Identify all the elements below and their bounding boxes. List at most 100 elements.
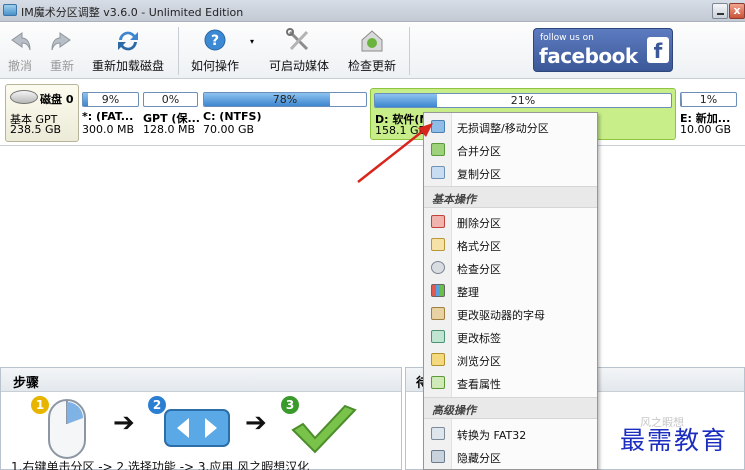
steps-caption: 1.右键单击分区 -> 2.选择功能 -> 3.应用 风之暇想汉化 (11, 460, 310, 470)
partition-size: 10.00 GB (680, 123, 732, 136)
how-to-label: 如何操作 (190, 59, 239, 73)
disk-info[interactable]: 磁盘 0 基本 GPT 238.5 GB (5, 84, 79, 142)
partition-percent: 78% (272, 93, 298, 106)
partition-percent: 9% (101, 93, 120, 106)
tools-icon (286, 28, 309, 51)
step-number: 1 (31, 396, 49, 414)
menu-item-convert-fat32[interactable]: 转换为 FAT32 (424, 422, 597, 445)
resize-icon (431, 120, 445, 133)
reload-disk-icon (118, 31, 138, 51)
partition-e[interactable]: 1% E: 新加... 10.00 GB (680, 88, 737, 140)
arrow-icon: ➔ (245, 408, 267, 438)
toolbar-separator (409, 27, 410, 75)
redo-label: 重新 (49, 59, 74, 73)
convert-icon (431, 427, 445, 440)
browse-icon (431, 353, 445, 366)
update-icon (361, 30, 383, 52)
mouse-icon (48, 399, 86, 459)
menu-item-check[interactable]: 检查分区 (424, 256, 597, 279)
partition-size: 158.1 GB (375, 124, 427, 137)
properties-icon (431, 376, 445, 389)
steps-title: 步骤 (1, 368, 401, 392)
menu-item-properties[interactable]: 查看属性 (424, 371, 597, 394)
partition-size: 300.0 MB (82, 123, 135, 136)
menu-item-label: 查看属性 (457, 378, 501, 391)
undo-button[interactable]: 撤消 (4, 23, 36, 79)
partition-fat[interactable]: 9% *: (FAT... 300.0 MB (82, 88, 139, 140)
partition-name: *: (FAT... (82, 110, 134, 123)
partition-percent: 21% (510, 94, 536, 107)
reload-disk-button[interactable]: 重新加载磁盘 (86, 23, 170, 79)
bootable-media-label: 可启动媒体 (268, 59, 329, 73)
menu-item-label: 更改驱动器的字母 (457, 309, 545, 322)
partition-context-menu: 无损调整/移动分区 合并分区 复制分区 基本操作 删除分区 格式分区 检查分区 … (423, 112, 598, 470)
minimize-button[interactable] (712, 3, 728, 19)
facebook-wordmark: facebook (539, 44, 638, 68)
menu-item-label: 隐藏分区 (457, 452, 501, 465)
menu-item-merge[interactable]: 合并分区 (424, 138, 597, 161)
menu-item-label: 整理 (457, 286, 479, 299)
menu-item-label: 更改标签 (457, 332, 501, 345)
partition-gpt[interactable]: 0% GPT (保... 128.0 MB (143, 88, 200, 140)
facebook-caption: follow us on (540, 33, 594, 43)
reload-disk-label: 重新加载磁盘 (91, 59, 164, 73)
disk-map: 磁盘 0 基本 GPT 238.5 GB 9% *: (FAT... 300.0… (3, 84, 743, 144)
menu-item-copy[interactable]: 复制分区 (424, 161, 597, 184)
step-number: 3 (281, 396, 299, 414)
menu-item-drive-letter[interactable]: 更改驱动器的字母 (424, 302, 597, 325)
menu-section-label: 基本操作 (432, 193, 476, 206)
menu-item-label: 无损调整/移动分区 (457, 122, 549, 135)
disk-icon (10, 90, 38, 104)
menu-item-label-change[interactable]: 更改标签 (424, 325, 597, 348)
menu-item-browse[interactable]: 浏览分区 (424, 348, 597, 371)
menu-item-hide[interactable]: 隐藏分区 (424, 445, 597, 468)
steps-panel: 步骤 1 ➔ 2 ➔ 3 1.右键单击分区 -> 2.选择功能 -> 3.应用 … (0, 367, 402, 470)
check-update-label: 检查更新 (347, 59, 396, 73)
window-title: IM魔术分区调整 v3.6.0 - Unlimited Edition (21, 6, 244, 19)
partition-size: 70.00 GB (203, 123, 255, 136)
partition-usage-bar: 1% (680, 92, 737, 107)
disk-size: 238.5 GB (10, 123, 62, 136)
copy-icon (431, 166, 445, 179)
dropdown-arrow-icon: ▾ (250, 37, 255, 46)
menu-item-label: 格式分区 (457, 240, 501, 253)
apply-checkmark-icon (291, 404, 357, 454)
menu-item-label: 转换为 FAT32 (457, 429, 527, 442)
arrow-icon: ➔ (113, 408, 135, 438)
redo-button[interactable]: 重新 (46, 23, 78, 79)
partition-percent: 1% (699, 93, 718, 106)
hide-icon (431, 450, 445, 463)
help-icon: ? (204, 29, 226, 51)
site-watermark: 最需教育 (620, 426, 729, 455)
partition-c[interactable]: 78% C: (NTFS) 70.00 GB (203, 88, 367, 140)
menu-item-label: 合并分区 (457, 145, 501, 158)
close-icon: x (733, 4, 741, 17)
svg-text:?: ? (211, 33, 219, 49)
menu-section-basic: 基本操作 (424, 186, 597, 208)
menu-item-format[interactable]: 格式分区 (424, 233, 597, 256)
delete-icon (431, 215, 445, 228)
label-icon (431, 330, 445, 343)
facebook-follow-button[interactable]: follow us on facebook f (533, 28, 673, 72)
partition-usage-bar: 0% (143, 92, 198, 107)
merge-icon (431, 143, 445, 156)
resize-tool-icon (164, 409, 230, 447)
divider (0, 145, 745, 146)
menu-section-advanced: 高级操作 (424, 397, 597, 419)
toolbar-separator (178, 27, 179, 75)
partition-size: 128.0 MB (143, 123, 196, 136)
close-button[interactable]: x (729, 3, 745, 19)
menu-item-label: 删除分区 (457, 217, 501, 230)
check-update-button[interactable]: 检查更新 (342, 23, 402, 79)
menu-item-resize-move[interactable]: 无损调整/移动分区 (424, 115, 597, 138)
partition-usage-bar: 21% (374, 93, 672, 108)
partition-percent: 0% (161, 93, 180, 106)
bootable-media-button[interactable]: 可启动媒体 (262, 23, 336, 79)
menu-item-delete[interactable]: 删除分区 (424, 210, 597, 233)
minimize-icon (717, 13, 724, 15)
menu-item-defrag[interactable]: 整理 (424, 279, 597, 302)
facebook-icon: f (647, 37, 669, 63)
drive-letter-icon (431, 307, 445, 320)
how-to-button[interactable]: ? ▾ 如何操作 (184, 23, 254, 79)
undo-label: 撤消 (7, 59, 32, 73)
